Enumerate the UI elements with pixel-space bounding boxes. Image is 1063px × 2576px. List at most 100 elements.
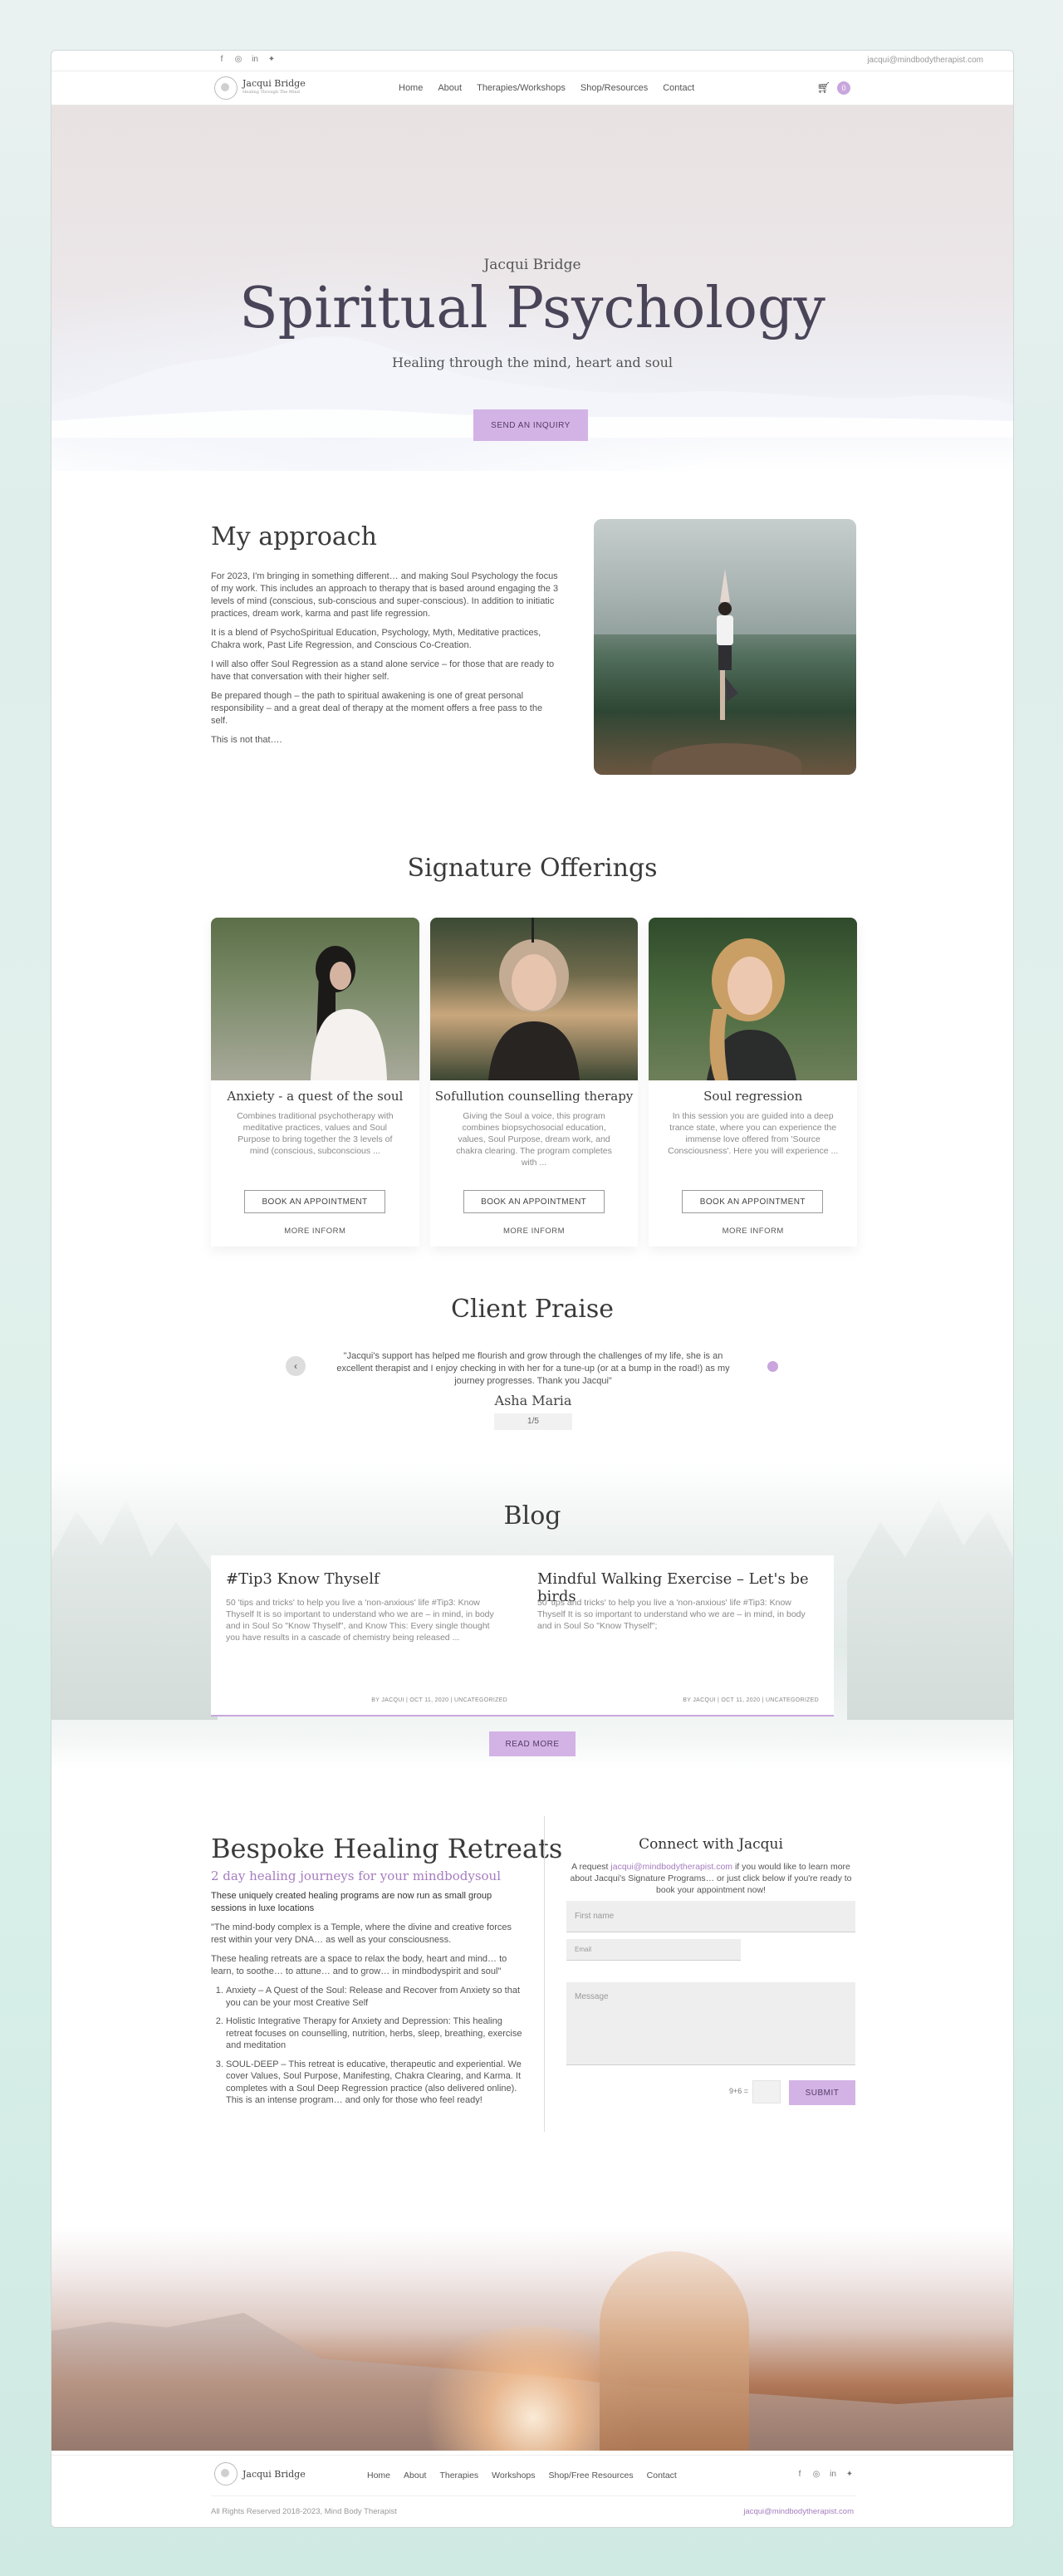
cart-icon[interactable]: 🛒︎ bbox=[816, 81, 830, 95]
yoga-figure bbox=[717, 569, 738, 720]
retreats-list: Anxiety – A Quest of the Soul: Release a… bbox=[211, 1985, 523, 2107]
praise-title: Client Praise bbox=[451, 1295, 614, 1324]
approach-paragraph: Be prepared though – the path to spiritu… bbox=[211, 691, 543, 726]
offering-image bbox=[211, 918, 419, 1080]
book-appointment-button[interactable]: BOOK AN APPOINTMENT bbox=[463, 1190, 605, 1213]
top-bar: f ◎ in ✦ jacqui@mindbodytherapist.com bbox=[51, 51, 1013, 71]
hero-section: Jacqui Bridge Spiritual Psychology Heali… bbox=[51, 105, 1013, 471]
main-header: Jacqui Bridge Healing Through The Mind H… bbox=[51, 71, 1013, 105]
offering-title: Anxiety - a quest of the soul bbox=[227, 1089, 404, 1104]
offering-description: In this session you are guided into a de… bbox=[668, 1111, 839, 1156]
more-info-link[interactable]: MORE INFORM bbox=[430, 1227, 639, 1236]
offering-description: Giving the Soul a voice, this program co… bbox=[456, 1111, 612, 1168]
offering-cards: Anxiety - a quest of the soul Combines t… bbox=[211, 918, 858, 1246]
approach-text: For 2023, I'm bringing in something diff… bbox=[211, 571, 560, 753]
retreat-item: SOUL-DEEP – This retreat is educative, t… bbox=[226, 2059, 523, 2107]
retreats-paragraph: "The mind-body complex is a Temple, wher… bbox=[211, 1922, 512, 1945]
twitter-icon[interactable]: ✦ bbox=[267, 56, 276, 64]
footer: Jacqui Bridge Home About Therapies Works… bbox=[51, 2455, 1013, 2527]
offering-card: Sofullution counselling therapy Giving t… bbox=[429, 918, 639, 1246]
nav-contact[interactable]: Contact bbox=[663, 83, 694, 93]
top-social-icons: f ◎ in ✦ bbox=[218, 56, 276, 64]
instagram-icon[interactable]: ◎ bbox=[234, 56, 242, 64]
book-appointment-button[interactable]: BOOK AN APPOINTMENT bbox=[682, 1190, 824, 1213]
nav-therapies-workshops[interactable]: Therapies/Workshops bbox=[477, 83, 566, 93]
contact-form: Connect with Jacqui A request jacqui@min… bbox=[566, 1836, 855, 2105]
footer-nav-home[interactable]: Home bbox=[367, 2471, 390, 2481]
header-actions: 🛒︎ 0 bbox=[816, 81, 850, 95]
message-field[interactable]: Message bbox=[566, 1982, 855, 2065]
first-name-field[interactable]: First name bbox=[566, 1901, 855, 1932]
testimonial-next-button[interactable] bbox=[767, 1361, 778, 1372]
contact-email-link[interactable]: jacqui@mindbodytherapist.com bbox=[610, 1862, 732, 1872]
approach-paragraph: It is a blend of PsychoSpiritual Educati… bbox=[211, 628, 541, 650]
cart-count-badge[interactable]: 0 bbox=[837, 81, 850, 95]
footer-email-link[interactable]: jacqui@mindbodytherapist.com bbox=[743, 2507, 854, 2516]
instagram-icon[interactable]: ◎ bbox=[812, 2471, 821, 2479]
contact-intro: A request jacqui@mindbodytherapist.com i… bbox=[570, 1862, 852, 1895]
send-inquiry-button[interactable]: SEND AN INQUIRY bbox=[473, 409, 588, 441]
testimonial-author: Asha Maria bbox=[494, 1393, 572, 1408]
book-appointment-button[interactable]: BOOK AN APPOINTMENT bbox=[244, 1190, 385, 1213]
offerings-title: Signature Offerings bbox=[407, 854, 658, 883]
footer-divider bbox=[211, 2495, 855, 2496]
offering-card: Anxiety - a quest of the soul Combines t… bbox=[211, 918, 419, 1246]
top-email-link[interactable]: jacqui@mindbodytherapist.com bbox=[867, 56, 983, 65]
footer-nav-shop[interactable]: Shop/Free Resources bbox=[549, 2471, 634, 2481]
main-nav: Home About Therapies/Workshops Shop/Reso… bbox=[399, 83, 694, 93]
footer-logo-name: Jacqui Bridge bbox=[242, 2468, 306, 2480]
footer-photo-banner bbox=[51, 2226, 1013, 2451]
email-field[interactable]: Email bbox=[566, 1939, 741, 1961]
contact-title: Connect with Jacqui bbox=[639, 1836, 783, 1853]
blog-post-excerpt: 50 'tips and tricks' to help you live a … bbox=[537, 1598, 806, 1631]
footer-nav-therapies[interactable]: Therapies bbox=[439, 2471, 478, 2481]
offering-title: Sofullution counselling therapy bbox=[434, 1089, 634, 1104]
linkedin-icon[interactable]: in bbox=[251, 56, 259, 64]
more-info-link[interactable]: MORE INFORM bbox=[649, 1227, 857, 1236]
footer-logo[interactable]: Jacqui Bridge bbox=[214, 2462, 306, 2485]
blog-posts: #Tip3 Know Thyself 50 'tips and tricks' … bbox=[211, 1555, 834, 1718]
blog-post-meta: BY JACQUI | OCT 11, 2020 | UNCATEGORIZED bbox=[683, 1697, 819, 1703]
blog-post[interactable]: #Tip3 Know Thyself 50 'tips and tricks' … bbox=[211, 1555, 522, 1717]
read-more-button[interactable]: READ MORE bbox=[489, 1731, 576, 1756]
approach-title: My approach bbox=[211, 522, 377, 551]
hero-name: Jacqui Bridge bbox=[483, 257, 581, 273]
blog-post-title[interactable]: #Tip3 Know Thyself bbox=[226, 1570, 380, 1588]
facebook-icon[interactable]: f bbox=[218, 56, 226, 64]
approach-paragraph: I will also offer Soul Regression as a s… bbox=[211, 659, 555, 682]
retreats-body: These uniquely created healing programs … bbox=[211, 1890, 523, 2113]
blog-title: Blog bbox=[503, 1501, 561, 1530]
retreat-item: Holistic Integrative Therapy for Anxiety… bbox=[226, 2015, 523, 2052]
footer-nav-about[interactable]: About bbox=[404, 2471, 426, 2481]
logo-mark-icon bbox=[214, 76, 238, 100]
twitter-icon[interactable]: ✦ bbox=[845, 2471, 854, 2479]
offering-description: Combines traditional psychotherapy with … bbox=[237, 1111, 394, 1156]
offering-image bbox=[649, 918, 858, 1080]
approach-paragraph: This is not that…. bbox=[211, 735, 282, 745]
logo[interactable]: Jacqui Bridge Healing Through The Mind bbox=[214, 76, 306, 100]
offering-image bbox=[429, 918, 639, 1080]
hero-title: Spiritual Psychology bbox=[239, 276, 825, 341]
retreats-title: Bespoke Healing Retreats bbox=[211, 1833, 563, 1864]
blog-post-meta: BY JACQUI | OCT 11, 2020 | UNCATEGORIZED bbox=[371, 1697, 507, 1703]
footer-nav-workshops[interactable]: Workshops bbox=[492, 2471, 535, 2481]
blog-post[interactable]: Mindful Walking Exercise – Let's be bird… bbox=[522, 1555, 834, 1717]
retreats-paragraph: These healing retreats are a space to re… bbox=[211, 1954, 507, 1976]
testimonial-quote: "Jacqui's support has helped me flourish… bbox=[336, 1351, 730, 1386]
nav-about[interactable]: About bbox=[438, 83, 462, 93]
offering-card: Soul regression In this session you are … bbox=[649, 918, 858, 1246]
offering-title: Soul regression bbox=[703, 1089, 803, 1104]
submit-button[interactable]: SUBMIT bbox=[789, 2080, 855, 2105]
logo-tagline: Healing Through The Mind bbox=[242, 90, 300, 95]
footer-nav-contact[interactable]: Contact bbox=[647, 2471, 677, 2481]
testimonial-prev-button[interactable]: ‹ bbox=[286, 1356, 306, 1376]
captcha-input[interactable] bbox=[752, 2080, 781, 2103]
nav-shop-resources[interactable]: Shop/Resources bbox=[580, 83, 648, 93]
more-info-link[interactable]: MORE INFORM bbox=[211, 1227, 419, 1236]
retreat-item: Anxiety – A Quest of the Soul: Release a… bbox=[226, 1985, 523, 2009]
facebook-icon[interactable]: f bbox=[796, 2471, 804, 2479]
section-divider bbox=[544, 1816, 545, 2132]
nav-home[interactable]: Home bbox=[399, 83, 423, 93]
retreats-subtitle: 2 day healing journeys for your mindbody… bbox=[211, 1868, 501, 1883]
linkedin-icon[interactable]: in bbox=[829, 2471, 837, 2479]
